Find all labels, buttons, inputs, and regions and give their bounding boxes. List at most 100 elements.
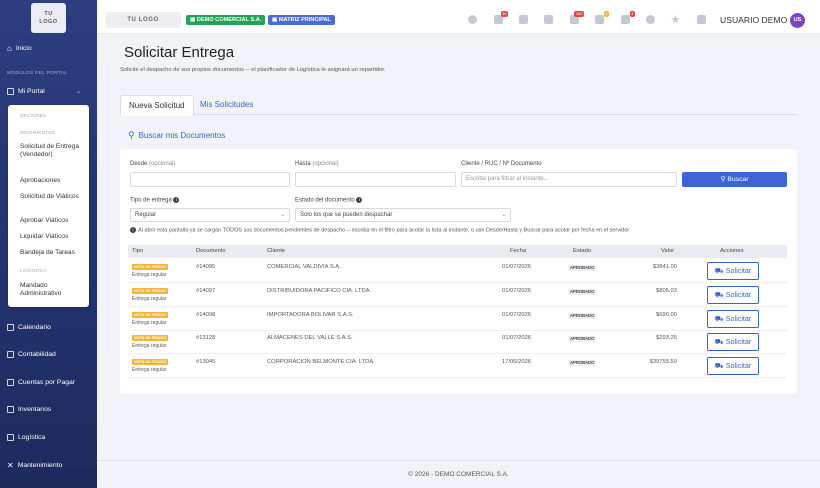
sidebar-item-mantenimiento[interactable]: ✕ Mantenimiento [7,461,62,470]
sidebar-item-logistica[interactable]: Logística [7,434,45,441]
info-icon: i [130,227,136,233]
th-valor[interactable]: Valor [661,245,674,258]
tipo-badge: NOTA DE PEDIDO [132,264,169,270]
tools-icon: ✕ [7,461,14,470]
mail-icon[interactable]: 160 [570,11,584,24]
solicitar-button[interactable]: ⛟ Solicitar [707,357,759,375]
cliente-cell: ALMACENES DEL VALLE S.A.S. [267,335,353,341]
fecha-cell: 01/07/2026 [502,288,532,294]
sidebar-item-inventarios[interactable]: Inventarios [7,406,51,413]
chat-icon[interactable]: 39 [494,11,508,24]
documento-cell[interactable]: #13128 [196,335,215,341]
tipo-badge: NOTA DE PEDIDO [132,335,169,341]
sidebar-item-mi-portal[interactable]: Mi Portal [7,88,45,95]
estado-documento-label: Estado del documento i [295,197,364,204]
hasta-label: Hasta (opcional) [295,161,339,167]
desde-date-input[interactable] [130,172,290,187]
entrega-text: Entrega regular [132,343,167,349]
th-acciones: Acciones [720,248,744,254]
star-icon[interactable] [671,15,680,24]
documento-cell[interactable]: #14097 [196,288,215,294]
documento-cell[interactable]: #14095 [196,264,215,270]
th-fecha[interactable]: Fecha [510,245,526,258]
truck-icon[interactable] [519,15,528,24]
documento-cell[interactable]: #14098 [196,312,215,318]
sidebar-item-label: Logística [18,434,46,441]
tipo-badge: NOTA DE PEDIDO [132,288,169,294]
user-name[interactable]: USUARIO DEMO [720,15,787,25]
entrega-text: Entrega regular [132,320,167,326]
solicitar-button-label: Solicitar [725,361,752,370]
footer: © 2026 - DEMO COMERCIAL S.A. [97,460,820,488]
sidebar-logo[interactable]: TU LOGO [31,3,66,33]
logo-text-line-2: LOGO [39,19,58,25]
page-subtitle: Solicite el despacho de sus propios docu… [120,67,386,73]
branch-badge[interactable]: ▣ MATRIZ PRINCIPAL [268,15,335,25]
sidebar-item-label: Contabilidad [18,351,56,358]
folder-count: 8 [603,11,609,17]
solicitar-button[interactable]: ⛟ Solicitar [707,333,759,351]
topbar-logo[interactable]: TU LOGO [105,12,181,28]
sidebar-item-calendario[interactable]: Calendario [7,324,51,331]
buscar-button[interactable]: ⚲ Buscar [682,172,787,187]
th-estado[interactable]: Estado [573,245,591,258]
truck-icon: ⛟ [714,290,724,299]
th-tipo[interactable]: Tipo [132,245,143,258]
estado-documento-select[interactable]: Solo los que se pueden despachar ⌄ [295,208,511,222]
submenu-section-opciones: OPCIONES [20,113,47,118]
cliente-cell: COMERCIAL VALDIVIA S.A. [267,264,341,270]
desde-optional: (opcional) [149,161,176,167]
portal-icon [7,88,14,95]
submenu-item-aprobaciones[interactable]: Aprobaciones [20,177,86,185]
tab-nueva-solicitud[interactable]: Nueva Solicitud [120,95,194,116]
cliente-search-input[interactable]: Escriba para filtrar al instante... [461,172,677,187]
tipo-entrega-select[interactable]: Regular ⌄ [130,208,290,222]
sidebar-item-label: Mantenimiento [17,462,63,469]
sidebar-item-contabilidad[interactable]: Contabilidad [7,351,56,358]
megaphone-icon[interactable] [697,15,706,24]
submenu-item-solicitud-viaticos[interactable]: Solicitud de Viáticos [20,193,86,201]
solicitar-button[interactable]: ⛟ Solicitar [707,310,759,328]
solicitar-button-label: Solicitar [725,314,752,323]
tipo-badge: NOTA DE PEDIDO [132,312,169,318]
cliente-cell: IMPORTADORA BOLIVAR S.A.S. [267,312,354,318]
valor-cell: $3841.00 [652,264,677,270]
comments-count: 4 [629,11,635,17]
bell-icon[interactable] [468,15,477,24]
comments-icon[interactable]: 4 [621,11,635,24]
status-badge: APROBADO [568,265,597,271]
table-row: NOTA DE PEDIDO Entrega regular #14098 IMPOR… [128,307,787,331]
submenu-item-solicitud-entrega[interactable]: Solicitud de Entrega (Vendedor) [20,143,86,159]
tools-icon[interactable] [544,15,553,24]
branch-badge-label: MATRIZ PRINCIPAL [278,17,331,23]
th-cliente[interactable]: Cliente [267,245,285,258]
hasta-date-input[interactable] [295,172,456,187]
folder-icon[interactable]: 8 [595,11,609,24]
search-icon: ⚲ [128,130,135,140]
calendar-icon [7,324,14,331]
submenu-item-bandeja-tareas[interactable]: Bandeja de Tareas [20,249,86,257]
invoice-icon [7,379,14,386]
estado-documento-text: Estado del documento [295,197,355,204]
truck-icon: ⛟ [714,361,724,370]
table-row: NOTA DE PEDIDO Entrega regular #13128 ALMAC… [128,330,787,354]
documento-cell[interactable]: #13045 [196,359,215,365]
hasta-optional: (opcional) [312,161,339,167]
company-badge[interactable]: ▣ DEMO COMERCIAL S.A. [186,15,266,25]
th-documento[interactable]: Documento [196,245,226,258]
solicitar-button[interactable]: ⛟ Solicitar [707,262,759,280]
submenu-item-mandado-administrativo[interactable]: Mandado Administrativo [20,282,86,298]
valor-cell: $690.00 [656,312,677,318]
sidebar-item-inicio[interactable]: ⌂ Inicio [7,44,32,53]
avatar[interactable]: US [790,13,805,28]
tab-mis-solicitudes[interactable]: Mis Solicitudes [192,95,261,115]
search-heading: ⚲ Buscar mis Documentos [128,130,225,141]
submenu-item-liquidar-viaticos[interactable]: Liquidar Viáticos [20,233,86,241]
sidebar-item-cuentas-pagar[interactable]: Cuentas por Pagar [7,379,75,386]
submenu-item-aprobar-viaticos[interactable]: Aprobar Viáticos [20,217,86,225]
mail-count: 160 [574,11,584,17]
solicitar-button[interactable]: ⛟ Solicitar [707,286,759,304]
valor-cell: $39755.50 [649,359,677,365]
search-icon: ⚲ [720,176,726,183]
help-icon[interactable] [646,15,655,24]
